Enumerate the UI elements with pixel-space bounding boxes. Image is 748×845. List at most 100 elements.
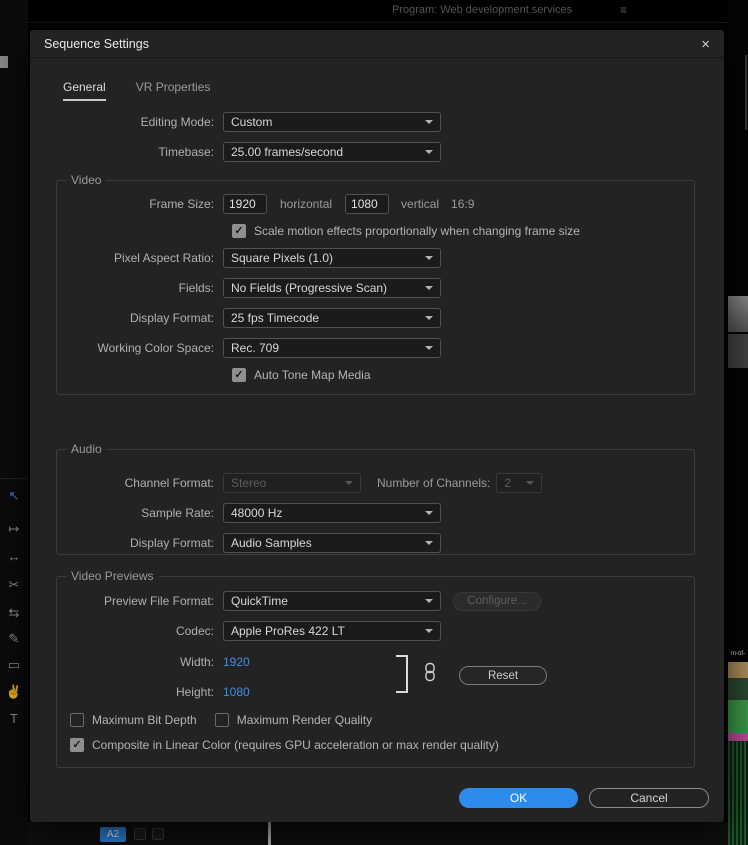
working-color-space-row: Working Color Space: Rec. 709 <box>56 338 441 358</box>
sample-rate-row: Sample Rate: 48000 Hz <box>56 503 441 523</box>
codec-value: Apple ProRes 422 LT <box>231 624 345 638</box>
working-color-space-select[interactable]: Rec. 709 <box>223 338 441 358</box>
pixel-aspect-ratio-row: Pixel Aspect Ratio: Square Pixels (1.0) <box>56 248 441 268</box>
preview-width-row: Width: 1920 <box>56 652 250 672</box>
max-bit-depth-checkbox[interactable] <box>70 713 84 727</box>
sample-rate-label: Sample Rate: <box>141 506 214 520</box>
chevron-down-icon <box>425 120 433 124</box>
timebase-select[interactable]: 25.00 frames/second <box>223 142 441 162</box>
composite-linear-label: Composite in Linear Color (requires GPU … <box>92 738 499 752</box>
ok-button[interactable]: OK <box>459 788 578 808</box>
clip-thumbnail <box>728 678 748 700</box>
dialog-title: Sequence Settings <box>44 36 149 51</box>
frame-height-input[interactable]: 1080 <box>345 194 390 214</box>
audio-waveform <box>728 741 748 845</box>
video-previews-group-title: Video Previews <box>66 569 159 583</box>
timebase-value: 25.00 frames/second <box>231 145 344 159</box>
rectangle-tool-icon[interactable]: ▭ <box>0 657 28 673</box>
tab-general[interactable]: General <box>63 80 106 101</box>
preview-file-format-label: Preview File Format: <box>103 594 214 608</box>
preview-width-label: Width: <box>179 655 214 669</box>
dialog-tabs: General VR Properties <box>63 80 210 101</box>
timebase-label: Timebase: <box>158 145 214 159</box>
chevron-down-icon <box>425 629 433 633</box>
ripple-edit-tool-icon[interactable]: ↔ <box>0 549 28 564</box>
type-tool-icon[interactable]: T <box>0 711 28 726</box>
preview-width-value[interactable]: 1920 <box>223 655 250 669</box>
program-monitor-title: Program: Web development services <box>392 4 573 16</box>
tab-vr-properties[interactable]: VR Properties <box>136 80 211 101</box>
track-a2-badge[interactable]: A2 <box>100 827 126 842</box>
hand-tool-icon[interactable]: ✌ <box>0 684 28 700</box>
sample-rate-value: 48000 Hz <box>231 506 283 520</box>
working-color-space-value: Rec. 709 <box>231 341 280 355</box>
reset-button[interactable]: Reset <box>459 666 547 685</box>
close-icon[interactable]: × <box>695 34 716 55</box>
pixel-aspect-ratio-select[interactable]: Square Pixels (1.0) <box>223 248 441 268</box>
composite-linear-row: Composite in Linear Color (requires GPU … <box>70 735 499 755</box>
fields-select[interactable]: No Fields (Progressive Scan) <box>223 278 441 298</box>
audio-display-format-row: Display Format: Audio Samples <box>56 533 441 553</box>
slip-tool-icon[interactable]: ⇆ <box>0 605 28 621</box>
number-of-channels-value: 2 <box>504 476 512 490</box>
link-width-height-icon[interactable] <box>423 662 437 682</box>
channel-format-value: Stereo <box>231 476 267 490</box>
razor-tool-icon[interactable]: ✂ <box>0 577 28 593</box>
auto-tone-map-checkbox[interactable] <box>232 368 246 382</box>
fields-label: Fields: <box>178 281 214 295</box>
chevron-down-icon <box>425 541 433 545</box>
preview-height-value[interactable]: 1080 <box>223 685 250 699</box>
panel-divider <box>28 22 728 23</box>
editing-mode-value: Custom <box>231 115 273 129</box>
auto-tone-map-row: Auto Tone Map Media <box>232 365 371 385</box>
configure-button: Configure... <box>453 591 541 611</box>
chevron-down-icon <box>425 286 433 290</box>
max-render-quality-checkbox[interactable] <box>214 713 229 727</box>
audio-display-format-select[interactable]: Audio Samples <box>223 533 441 553</box>
track-select-tool-icon[interactable]: ↦ <box>0 521 28 537</box>
frame-width-input[interactable]: 1920 <box>223 194 267 214</box>
channel-format-row: Channel Format: Stereo Number of Channel… <box>56 473 543 493</box>
sample-rate-select[interactable]: 48000 Hz <box>223 503 441 523</box>
pen-tool-icon[interactable]: ✎ <box>0 631 28 647</box>
max-render-quality-label: Maximum Render Quality <box>236 713 373 727</box>
number-of-channels-label: Number of Channels: <box>377 476 491 490</box>
audio-display-format-label: Display Format: <box>129 536 214 550</box>
editing-mode-select[interactable]: Custom <box>223 112 441 132</box>
codec-select[interactable]: Apple ProRes 422 LT <box>223 621 441 641</box>
dialog-titlebar[interactable]: Sequence Settings <box>30 30 724 58</box>
timeline-right-edge: m-of- <box>728 0 748 845</box>
track-mute-icon[interactable] <box>134 828 146 840</box>
composite-linear-checkbox[interactable] <box>70 738 84 752</box>
scale-motion-row: Scale motion effects proportionally when… <box>232 221 580 241</box>
panel-menu-icon[interactable]: ≡ <box>620 3 627 17</box>
track-solo-icon[interactable] <box>152 828 164 840</box>
chevron-down-icon <box>425 511 433 515</box>
fields-value: No Fields (Progressive Scan) <box>231 281 388 295</box>
preview-file-format-row: Preview File Format: QuickTime Configure… <box>56 591 541 611</box>
preview-file-format-value: QuickTime <box>231 594 288 608</box>
scale-motion-checkbox[interactable] <box>232 224 246 238</box>
codec-label: Codec: <box>175 624 214 638</box>
chevron-down-icon <box>425 346 433 350</box>
chevron-down-icon <box>425 599 433 603</box>
chevron-down-icon <box>345 481 353 485</box>
working-color-space-label: Working Color Space: <box>97 341 215 355</box>
codec-row: Codec: Apple ProRes 422 LT <box>56 621 441 641</box>
frame-size-label: Frame Size: <box>149 197 214 211</box>
video-display-format-value: 25 fps Timecode <box>231 311 320 325</box>
panel-edge-line <box>745 55 747 130</box>
pixel-aspect-ratio-value: Square Pixels (1.0) <box>231 251 334 265</box>
video-display-format-select[interactable]: 25 fps Timecode <box>223 308 441 328</box>
selection-tool-icon[interactable]: ↖ <box>0 488 28 504</box>
timeline-playhead[interactable] <box>268 822 271 845</box>
timeline-track-header: A2 <box>28 822 728 845</box>
preview-height-label: Height: <box>175 685 214 699</box>
video-group-title: Video <box>66 173 107 187</box>
max-bit-depth-label: Maximum Bit Depth <box>92 713 197 727</box>
frame-size-row: Frame Size: 1920 horizontal 1080 vertica… <box>56 194 474 214</box>
scale-motion-label: Scale motion effects proportionally when… <box>254 224 580 238</box>
cancel-button[interactable]: Cancel <box>589 788 709 808</box>
chevron-down-icon <box>425 256 433 260</box>
preview-file-format-select[interactable]: QuickTime <box>223 591 441 611</box>
